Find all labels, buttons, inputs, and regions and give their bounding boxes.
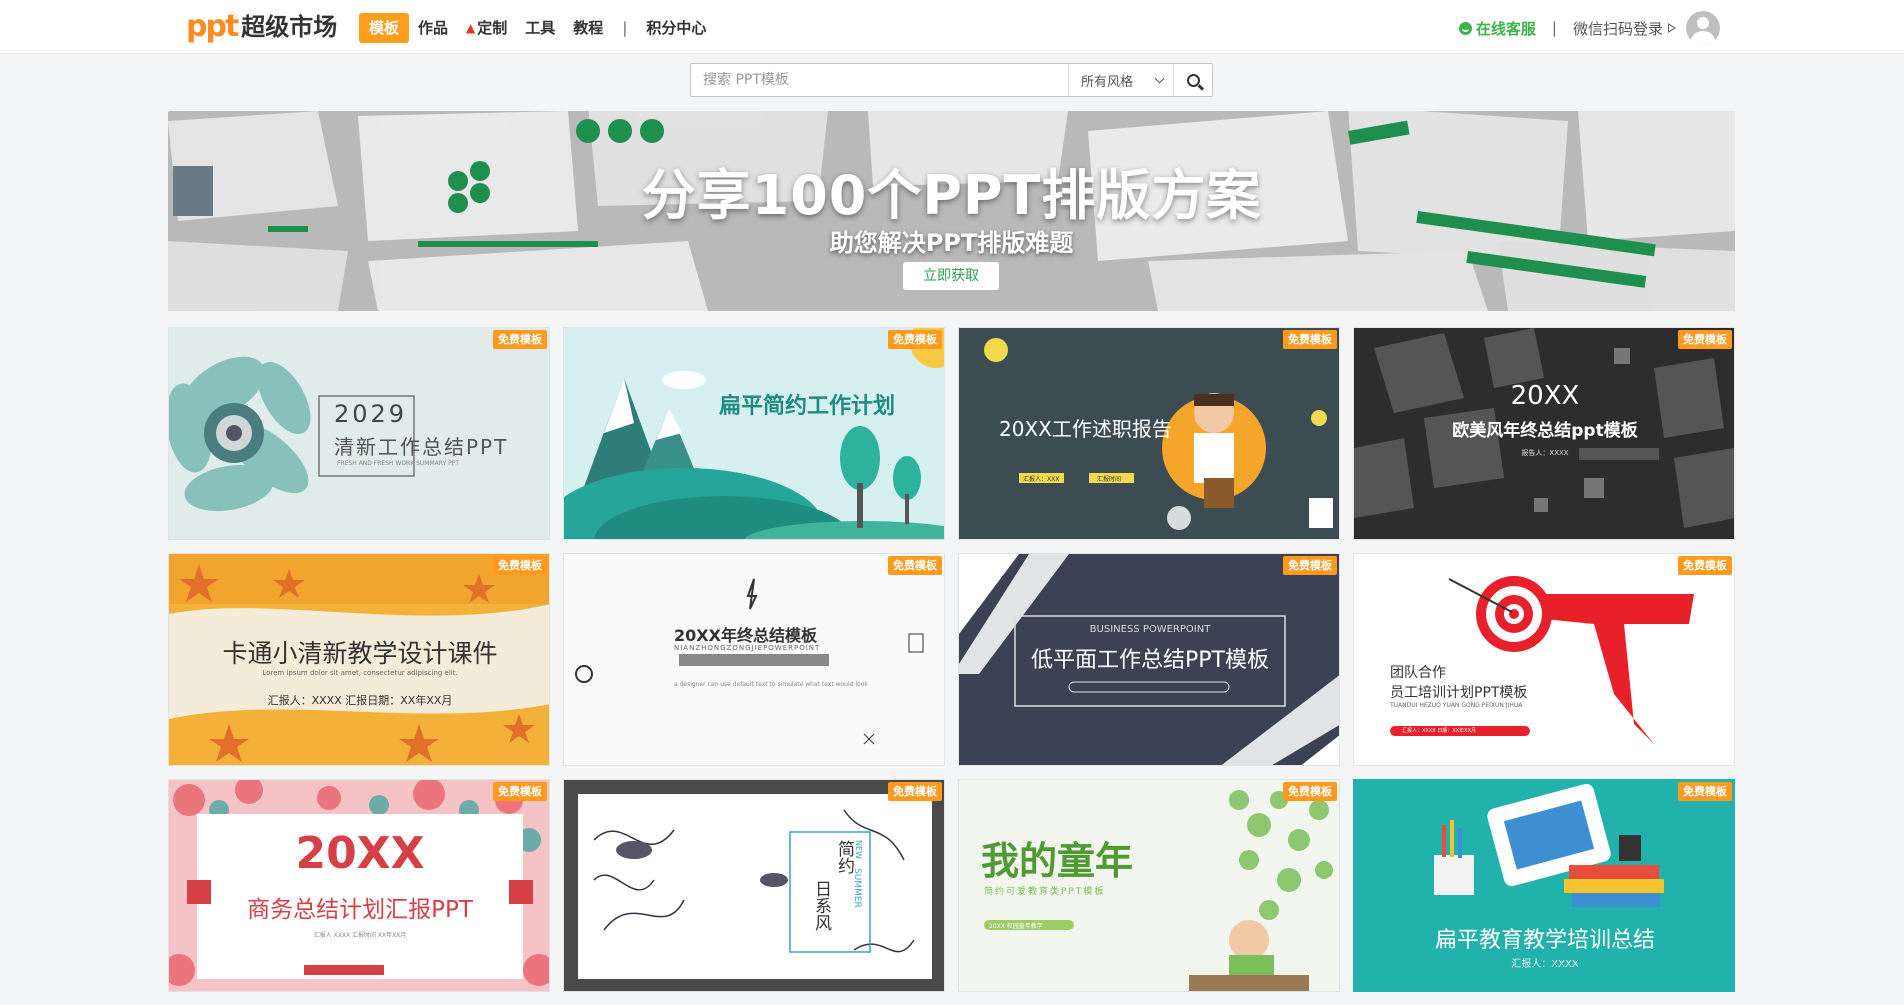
free-template-badge: 免费模板	[1283, 556, 1337, 575]
template-card[interactable]: BUSINESS POWERPOINT 低平面工作总结PPT模板 免费模板	[958, 553, 1340, 766]
template-card[interactable]: 20XX 欧美风年终总结ppt模板 报告人：XXXX 免费模板	[1353, 327, 1735, 540]
card-thumbnail	[564, 328, 944, 539]
style-select[interactable]: 所有风格	[1069, 64, 1174, 96]
template-card[interactable]: 20XX年终总结模板 NIANZHONGZONGJIEPOWERPOINT a …	[563, 553, 945, 766]
card-line1: 我的童年	[981, 839, 1134, 883]
card-line1: 20XX	[295, 828, 425, 879]
free-template-badge: 免费模板	[1283, 330, 1337, 349]
card-line1: 卡通小清新教学设计课件	[222, 639, 498, 668]
free-template-badge: 免费模板	[1678, 782, 1732, 801]
card-line3: FRESH AND FRESH WORK SUMMARY PPT	[337, 460, 459, 467]
free-template-badge: 免费模板	[1678, 330, 1732, 349]
search-icon	[1186, 73, 1200, 87]
card-line2: Lorem ipsum dolor sit amet, consectetur …	[262, 669, 458, 677]
wechat-login-link[interactable]: 微信扫码登录	[1573, 18, 1676, 39]
card-line3: 汇报时间	[1097, 476, 1122, 483]
nav-tools[interactable]: 工具	[516, 13, 564, 43]
card-line1: BUSINESS POWERPOINT	[1089, 624, 1211, 635]
template-card[interactable]: 扁平简约工作计划 免费模板	[563, 327, 945, 540]
card-line3: a designer can use default text to simul…	[674, 681, 868, 688]
card-line2: NIANZHONGZONGJIEPOWERPOINT	[674, 644, 821, 652]
banner-title: 分享100个PPT排版方案	[641, 164, 1262, 227]
banner-get-button[interactable]: 立即获取	[903, 262, 999, 290]
card-thumbnail	[169, 780, 549, 991]
search-input[interactable]	[691, 64, 1069, 96]
card-line2: 员工培训计划PPT模板	[1390, 685, 1528, 701]
user-area: 在线客服 | 微信扫码登录	[1458, 11, 1720, 45]
avatar[interactable]	[1686, 11, 1720, 45]
online-service-label: 在线客服	[1475, 19, 1536, 38]
template-card[interactable]: 20XX 商务总结计划汇报PPT 汇报人 XXXX 汇报时间 XX年XX月 免费…	[168, 779, 550, 992]
card-line2: 日系风	[811, 880, 831, 931]
card-line2: 商务总结计划汇报PPT	[247, 897, 473, 923]
card-line2: 简约可爱教育类PPT模板	[984, 887, 1106, 897]
card-line2: 清新工作总结PPT	[334, 435, 509, 459]
card-line3: 20XX 校园童年教学	[989, 923, 1043, 930]
free-template-badge: 免费模板	[1283, 782, 1337, 801]
card-line3: SUMMER	[852, 868, 862, 908]
card-line2: 欧美风年终总结ppt模板	[1452, 421, 1638, 441]
card-line1: 20XX	[1510, 381, 1580, 411]
card-line2: 低平面工作总结PPT模板	[1031, 648, 1269, 673]
nav-points-center[interactable]: 积分中心	[637, 13, 715, 43]
card-line1: 20XX工作述职报告	[999, 417, 1172, 441]
search-bar: 所有风格	[690, 63, 1213, 97]
play-arrow-icon	[1668, 23, 1676, 33]
template-card[interactable]: 扁平教育教学培训总结 汇报人：XXXX 免费模板	[1353, 779, 1735, 992]
free-template-badge: 免费模板	[493, 330, 547, 349]
card-thumbnail	[564, 554, 944, 765]
card-line1: 扁平简约工作计划	[719, 394, 896, 419]
card-line4: NEW	[854, 840, 863, 859]
site-logo[interactable]: ppt 超级市场	[186, 12, 337, 42]
nav-custom-label: 定制	[477, 19, 508, 37]
template-card[interactable]: 简约 日系风 SUMMER NEW 免费模板	[563, 779, 945, 992]
banner-subtitle: 助您解决PPT排版难题	[829, 229, 1074, 257]
card-line3: 汇报人 XXXX 汇报时间 XX年XX月	[313, 932, 407, 939]
card-line1: 扁平教育教学培训总结	[1434, 928, 1655, 953]
free-template-badge: 免费模板	[493, 782, 547, 801]
card-line1: 20XX年终总结模板	[674, 626, 817, 645]
card-line3: 报告人：XXXX	[1521, 449, 1569, 457]
promo-banner[interactable]: 分享100个PPT排版方案 助您解决PPT排版难题 立即获取	[168, 111, 1735, 311]
template-card[interactable]: 团队合作 员工培训计划PPT模板 TUANDUI HEZUO YUAN GONG…	[1353, 553, 1735, 766]
main-nav: 模板 作品 ▲ 定制 工具 教程 | 积分中心	[359, 13, 715, 43]
online-service-link[interactable]: 在线客服	[1458, 18, 1536, 39]
chevron-down-icon	[1154, 73, 1165, 83]
style-select-value: 所有风格	[1081, 74, 1134, 90]
card-line1: 团队合作	[1390, 665, 1446, 681]
template-card[interactable]: 我的童年 简约可爱教育类PPT模板 20XX 校园童年教学 免费模板	[958, 779, 1340, 992]
card-line2: 汇报人：XXX	[1023, 476, 1060, 483]
free-template-badge: 免费模板	[493, 556, 547, 575]
card-thumbnail	[1354, 554, 1734, 765]
card-line2: 汇报人：XXXX	[1511, 959, 1579, 970]
top-navbar: ppt 超级市场 模板 作品 ▲ 定制 工具 教程 | 积分中心 在线客服 | 微…	[0, 0, 1904, 54]
card-thumbnail	[564, 780, 944, 991]
free-template-badge: 免费模板	[888, 556, 942, 575]
nav-tutorials[interactable]: 教程	[564, 13, 612, 43]
card-line3: 汇报人：XXXX 汇报日期：XX年XX月	[267, 694, 453, 707]
nav-works[interactable]: 作品	[409, 13, 457, 43]
nav-custom[interactable]: ▲ 定制	[457, 13, 516, 43]
template-card[interactable]: 2029 清新工作总结PPT FRESH AND FRESH WORK SUMM…	[168, 327, 550, 540]
nav-separator: |	[622, 19, 628, 37]
wechat-login-label: 微信扫码登录	[1572, 19, 1663, 38]
flame-icon: ▲	[466, 21, 476, 35]
free-template-badge: 免费模板	[1678, 556, 1732, 575]
card-line4: 汇报人：XXXX 日期：XX年XX月	[1402, 728, 1476, 734]
search-button[interactable]	[1174, 64, 1212, 96]
logo-mark: ppt	[186, 9, 239, 44]
nav-templates[interactable]: 模板	[359, 13, 410, 43]
chat-icon	[1458, 21, 1472, 35]
free-template-badge: 免费模板	[888, 330, 942, 349]
card-line1: 2029	[334, 400, 408, 428]
template-card[interactable]: 卡通小清新教学设计课件 Lorem ipsum dolor sit amet, …	[168, 553, 550, 766]
right-separator: |	[1551, 19, 1557, 37]
free-template-badge: 免费模板	[888, 782, 942, 801]
card-line3: TUANDUI HEZUO YUAN GONG PEIXUN JIHUA	[1390, 702, 1523, 709]
logo-text: 超级市场	[241, 13, 338, 41]
template-card[interactable]: 20XX工作述职报告 汇报人：XXX 汇报时间 免费模板	[958, 327, 1340, 540]
